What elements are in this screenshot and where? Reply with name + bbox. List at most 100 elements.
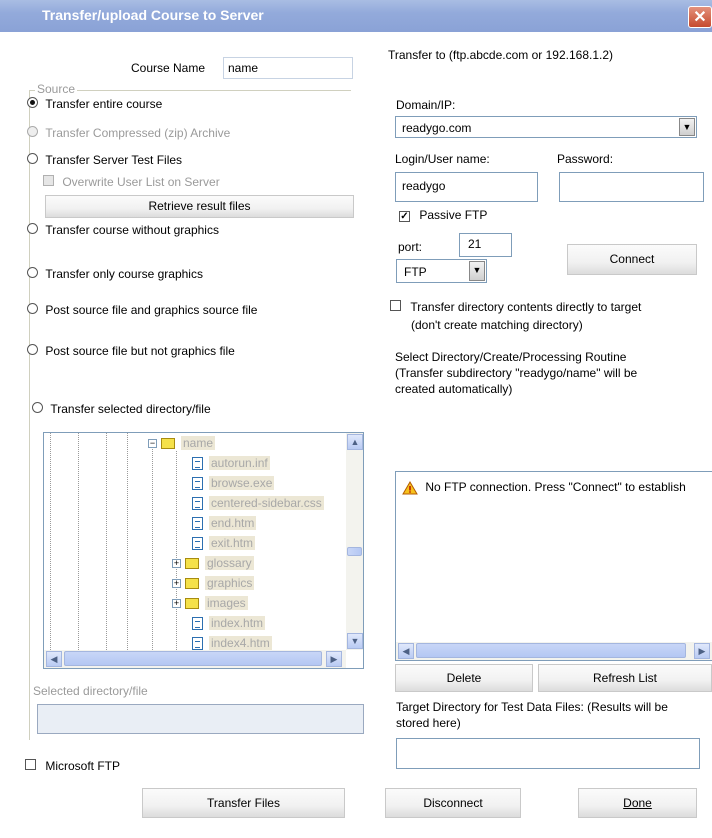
radio-transfer-server-test-files[interactable]: Transfer Server Test Files	[27, 153, 182, 167]
tree-node-name[interactable]: − name	[148, 433, 216, 453]
tree-node-file[interactable]: index.htm	[192, 613, 266, 633]
scroll-left-icon[interactable]: ◀	[46, 651, 62, 667]
tree-node-file[interactable]: centered-sidebar.css	[192, 493, 324, 513]
overwrite-user-list-checkbox[interactable]: Overwrite User List on Server	[43, 175, 220, 189]
folder-icon	[185, 598, 199, 610]
radio-indicator[interactable]	[27, 153, 38, 164]
checkbox-indicator[interactable]	[25, 759, 36, 770]
scroll-up-icon[interactable]: ▲	[347, 434, 363, 450]
file-icon	[192, 617, 203, 631]
tree-node-folder[interactable]: + graphics	[172, 573, 255, 593]
course-name-value: name	[228, 61, 259, 75]
connect-button[interactable]: Connect	[567, 244, 697, 275]
message-horizontal-scrollbar[interactable]: ◀ ▶	[396, 642, 712, 660]
checkbox-indicator[interactable]	[390, 300, 401, 311]
tree-vertical-scrollbar[interactable]: ▲ ▼	[346, 433, 363, 650]
tree-node-file[interactable]: browse.exe	[192, 473, 275, 493]
course-name-label: Course Name	[131, 61, 206, 75]
radio-indicator[interactable]	[27, 97, 38, 108]
radio-transfer-without-graphics[interactable]: Transfer course without graphics	[27, 223, 219, 237]
transfer-files-button[interactable]: Transfer Files	[142, 788, 345, 818]
collapse-icon[interactable]: −	[148, 439, 157, 449]
radio-post-source-no-graphics[interactable]: Post source file but not graphics file	[27, 344, 235, 358]
radio-indicator[interactable]	[27, 344, 38, 355]
tree-guide-line	[176, 451, 177, 650]
tree-node-label: images	[205, 596, 248, 610]
tree-node-label: index4.htm	[209, 636, 272, 650]
expand-icon[interactable]: +	[172, 599, 181, 609]
tree-guide-line	[127, 433, 128, 650]
close-button[interactable]: ✕	[688, 6, 712, 28]
domain-label: Domain/IP:	[396, 98, 456, 112]
tree-node-file[interactable]: end.htm	[192, 513, 257, 533]
retrieve-result-files-button[interactable]: Retrieve result files	[45, 195, 354, 218]
scroll-thumb[interactable]	[416, 643, 686, 658]
protocol-combo[interactable]: FTP ▼	[396, 259, 487, 283]
tree-content[interactable]: − name autorun.inf browse.exe centered-si…	[44, 433, 346, 650]
tree-node-file[interactable]: autorun.inf	[192, 453, 270, 473]
radio-post-source-and-graphics[interactable]: Post source file and graphics source fil…	[27, 303, 257, 317]
protocol-value: FTP	[404, 265, 427, 279]
list-item[interactable]: No FTP connection. Press "Connect" to es…	[402, 480, 686, 495]
chevron-down-icon[interactable]: ▼	[679, 118, 695, 136]
chevron-down-icon[interactable]: ▼	[469, 261, 485, 281]
scroll-down-icon[interactable]: ▼	[347, 633, 363, 649]
scroll-right-icon[interactable]: ▶	[326, 651, 342, 667]
radio-indicator[interactable]	[27, 126, 38, 137]
tree-node-file[interactable]: index4.htm	[192, 633, 272, 650]
done-button[interactable]: Done	[578, 788, 697, 818]
passive-ftp-checkbox[interactable]: ✓ Passive FTP	[399, 208, 487, 222]
radio-indicator[interactable]	[27, 223, 38, 234]
microsoft-ftp-checkbox[interactable]: Microsoft FTP	[25, 759, 120, 773]
scroll-thumb[interactable]	[347, 547, 362, 556]
delete-button[interactable]: Delete	[395, 664, 533, 692]
file-icon	[192, 537, 203, 551]
scroll-thumb[interactable]	[64, 651, 322, 666]
login-field[interactable]: readygo	[395, 172, 538, 202]
scroll-left-icon[interactable]: ◀	[398, 643, 414, 659]
checkbox-indicator[interactable]	[43, 175, 54, 186]
directory-tree[interactable]: − name autorun.inf browse.exe centered-si…	[43, 432, 364, 669]
scroll-right-icon[interactable]: ▶	[694, 643, 710, 659]
expand-icon[interactable]: +	[172, 559, 181, 569]
checkbox-label: Transfer directory contents directly to …	[410, 300, 642, 314]
tree-horizontal-scrollbar[interactable]: ◀ ▶	[44, 650, 346, 668]
course-name-field[interactable]: name	[223, 57, 353, 79]
list-item-text: No FTP connection. Press "Connect" to es…	[425, 480, 686, 494]
radio-transfer-selected[interactable]: Transfer selected directory/file	[32, 402, 211, 416]
refresh-list-button[interactable]: Refresh List	[538, 664, 712, 692]
transfer-directly-checkbox[interactable]: Transfer directory contents directly to …	[390, 300, 641, 314]
tree-node-folder[interactable]: + images	[172, 593, 248, 613]
tree-node-label: exit.htm	[209, 536, 256, 550]
tree-node-file[interactable]: exit.htm	[192, 533, 256, 553]
radio-transfer-zip-archive[interactable]: Transfer Compressed (zip) Archive	[27, 126, 230, 140]
target-directory-label-line1: Target Directory for Test Data Files: (R…	[396, 700, 668, 714]
port-label: port:	[398, 240, 423, 254]
radio-label: Transfer selected directory/file	[50, 402, 211, 416]
transfer-directly-note: (don't create matching directory)	[411, 318, 583, 332]
radio-label: Transfer Compressed (zip) Archive	[45, 126, 231, 140]
expand-icon[interactable]: +	[172, 579, 181, 589]
tree-node-folder[interactable]: + glossary	[172, 553, 254, 573]
password-field[interactable]	[559, 172, 704, 202]
port-field[interactable]: 21	[459, 233, 512, 257]
radio-indicator[interactable]	[27, 303, 38, 314]
title-bar[interactable]: Transfer/upload Course to Server ✕	[0, 0, 712, 32]
tree-node-label: glossary	[205, 556, 254, 570]
tree-node-label: name	[181, 436, 216, 450]
ftp-message-list[interactable]: No FTP connection. Press "Connect" to es…	[395, 471, 712, 661]
radio-transfer-entire-course[interactable]: Transfer entire course	[27, 97, 162, 111]
selected-file-label: Selected directory/file	[33, 684, 148, 698]
select-directory-line3: created automatically)	[395, 382, 513, 396]
radio-indicator[interactable]	[27, 267, 38, 278]
tree-guide-line	[152, 443, 153, 650]
target-directory-field[interactable]	[396, 738, 700, 769]
disconnect-button[interactable]: Disconnect	[385, 788, 521, 818]
radio-transfer-only-graphics[interactable]: Transfer only course graphics	[27, 267, 203, 281]
radio-indicator[interactable]	[32, 402, 43, 413]
radio-label: Transfer entire course	[45, 97, 163, 111]
file-icon	[192, 477, 203, 491]
domain-combo[interactable]: readygo.com ▼	[395, 116, 697, 138]
tree-node-label: browse.exe	[209, 476, 275, 490]
checkbox-indicator[interactable]: ✓	[399, 211, 410, 222]
